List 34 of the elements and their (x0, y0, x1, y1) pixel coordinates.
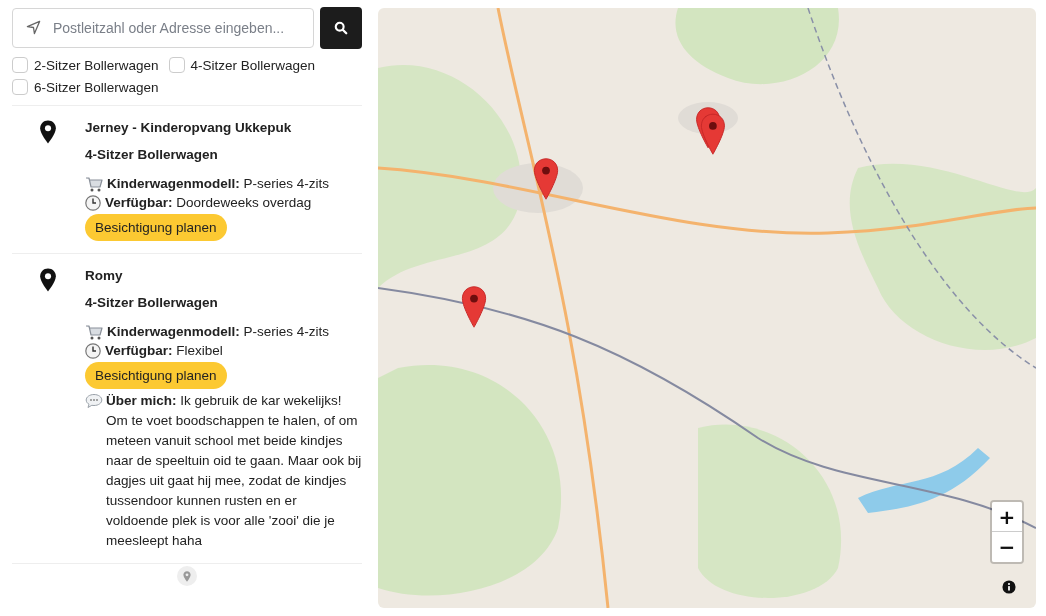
map-markers-drawing[interactable] (695, 107, 726, 155)
info-icon[interactable] (1002, 580, 1016, 594)
schedule-viewing-button[interactable]: Besichtigung planen (85, 214, 227, 241)
model-text: Kinderwagenmodell: P-series 4-zits (107, 175, 330, 193)
map-pin-icon (39, 120, 57, 144)
filter-label: 6-Sitzer Bollerwagen (34, 79, 159, 95)
location-pin-icon[interactable] (177, 566, 197, 586)
map-marker-icon[interactable] (461, 286, 487, 328)
clock-icon (85, 342, 101, 359)
listing-type: 4-Sitzer Bollerwagen (85, 295, 219, 310)
listing-name: Jerney - Kinderopvang Ukkepuk (85, 120, 293, 135)
filter-label: 2-Sitzer Bollerwagen (34, 57, 159, 73)
shopping-cart-icon (85, 323, 103, 340)
map-marker-icon[interactable] (533, 158, 559, 200)
search-icon (334, 21, 348, 35)
checkbox[interactable] (12, 79, 28, 95)
filter-label: 4-Sitzer Bollerwagen (190, 57, 316, 73)
clock-icon (85, 194, 101, 211)
listing-type: 4-Sitzer Bollerwagen (85, 147, 219, 162)
listing-name: Romy (85, 268, 124, 283)
checkbox[interactable] (168, 57, 185, 73)
about-text: Über mich: Ik gebruik de kar wekelijks! Om te voet boodschappen te halen, of om meteen vanuit school met beide kindjes naar de speeltuin oid te gaan. Maar ook bij dagjes uit gaat hij mee, zodat de kindjes tussendoor kunnen rusten en er voldoende plek is voor alle 'zooi' die je meesleept haha (106, 392, 362, 550)
zoom-out-button[interactable]: − (992, 532, 1022, 562)
search-field[interactable]: Postleitzahl oder Adresse eingeben... (12, 8, 314, 48)
zoom-in-button[interactable]: + (992, 502, 1022, 532)
shopping-cart-icon (85, 175, 103, 192)
model-text: Kinderwagenmodell: P-series 4-zits (107, 323, 330, 341)
speech-bubble-icon (85, 393, 103, 409)
map-pin-icon (39, 268, 57, 292)
search-button[interactable] (320, 7, 362, 49)
schedule-viewing-button[interactable]: Besichtigung planen (85, 362, 227, 389)
checkbox[interactable] (12, 57, 28, 73)
availability-text: Verfügbar: Flexibel (105, 342, 223, 360)
availability-text: Verfügbar: Doordeweeks overdag (105, 194, 312, 212)
